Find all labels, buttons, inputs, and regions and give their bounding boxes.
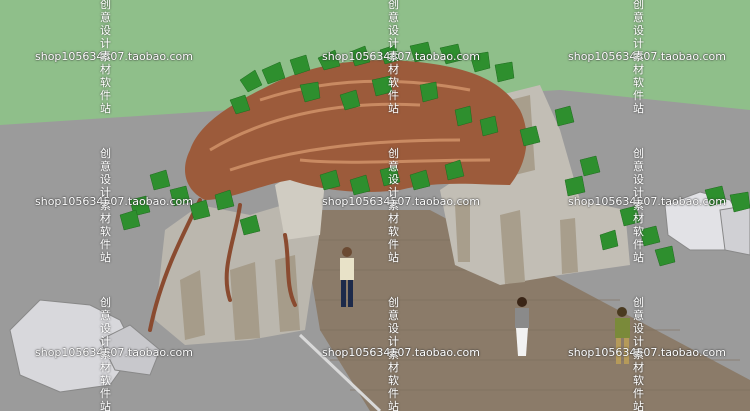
watermark-vertical-4: 创意设计素材软件站 <box>100 147 111 264</box>
watermark-shop-9: shop105634507.taobao.com <box>568 346 726 359</box>
watermark-shop-6: shop105634507.taobao.com <box>568 195 726 208</box>
watermark-shop-2: shop105634507.taobao.com <box>322 50 480 63</box>
watermark-vertical-8: 创意设计素材软件站 <box>388 296 399 411</box>
watermark-shop-7: shop105634507.taobao.com <box>35 346 193 359</box>
watermark-shop-5: shop105634507.taobao.com <box>322 195 480 208</box>
watermark-vertical-3: 创意设计素材软件站 <box>633 0 644 115</box>
watermark-vertical-9: 创意设计素材软件站 <box>633 296 644 411</box>
watermark-shop-8: shop105634507.taobao.com <box>322 346 480 359</box>
watermark-shop-4: shop105634507.taobao.com <box>35 195 193 208</box>
rock-right-edge <box>719 204 750 256</box>
watermark-vertical-1: 创意设计素材软件站 <box>100 0 111 115</box>
watermark-shop-1: shop105634507.taobao.com <box>35 50 193 63</box>
watermark-vertical-6: 创意设计素材软件站 <box>633 147 644 264</box>
watermark-shop-3: shop105634507.taobao.com <box>568 50 726 63</box>
watermark-vertical-2: 创意设计素材软件站 <box>388 0 399 115</box>
scene-canvas: shop105634507.taobao.com shop105634507.t… <box>0 0 750 411</box>
watermark-vertical-5: 创意设计素材软件站 <box>388 147 399 264</box>
watermark-vertical-7: 创意设计素材软件站 <box>100 296 111 411</box>
